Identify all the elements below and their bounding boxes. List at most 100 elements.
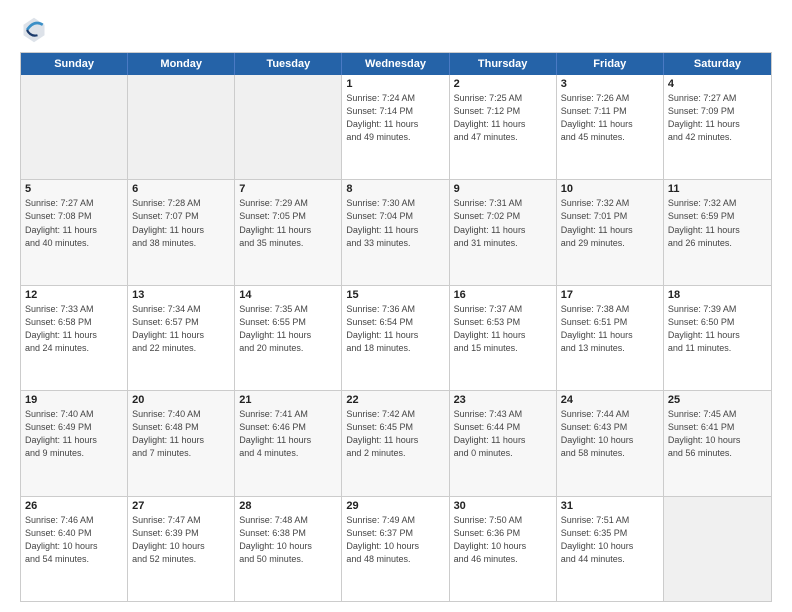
- day-info: Daylight: 11 hours: [132, 434, 230, 447]
- day-info: Daylight: 10 hours: [561, 540, 659, 553]
- page: SundayMondayTuesdayWednesdayThursdayFrid…: [0, 0, 792, 612]
- day-info: and 52 minutes.: [132, 553, 230, 566]
- day-info: Sunset: 6:55 PM: [239, 316, 337, 329]
- calendar-cell: 2Sunrise: 7:25 AMSunset: 7:12 PMDaylight…: [450, 75, 557, 179]
- day-info: Sunrise: 7:34 AM: [132, 303, 230, 316]
- day-info: Sunset: 6:37 PM: [346, 527, 444, 540]
- calendar-cell: 9Sunrise: 7:31 AMSunset: 7:02 PMDaylight…: [450, 180, 557, 284]
- day-number: 11: [668, 183, 767, 195]
- day-info: and 7 minutes.: [132, 447, 230, 460]
- day-number: 28: [239, 500, 337, 512]
- day-info: Sunset: 6:35 PM: [561, 527, 659, 540]
- day-info: Sunset: 6:53 PM: [454, 316, 552, 329]
- day-info: Sunrise: 7:43 AM: [454, 408, 552, 421]
- day-info: Sunrise: 7:28 AM: [132, 197, 230, 210]
- day-info: and 56 minutes.: [668, 447, 767, 460]
- day-number: 13: [132, 289, 230, 301]
- calendar-cell: 25Sunrise: 7:45 AMSunset: 6:41 PMDayligh…: [664, 391, 771, 495]
- day-info: Daylight: 11 hours: [454, 434, 552, 447]
- day-number: 4: [668, 78, 767, 90]
- day-info: Daylight: 11 hours: [454, 118, 552, 131]
- day-info: Daylight: 11 hours: [346, 118, 444, 131]
- day-info: Daylight: 11 hours: [132, 329, 230, 342]
- day-number: 18: [668, 289, 767, 301]
- day-number: 7: [239, 183, 337, 195]
- day-info: Sunrise: 7:50 AM: [454, 514, 552, 527]
- day-info: Sunrise: 7:45 AM: [668, 408, 767, 421]
- day-info: Sunrise: 7:42 AM: [346, 408, 444, 421]
- day-info: Daylight: 10 hours: [668, 434, 767, 447]
- calendar-cell: 3Sunrise: 7:26 AMSunset: 7:11 PMDaylight…: [557, 75, 664, 179]
- day-info: and 50 minutes.: [239, 553, 337, 566]
- day-info: and 9 minutes.: [25, 447, 123, 460]
- day-info: Sunset: 6:46 PM: [239, 421, 337, 434]
- day-info: Daylight: 11 hours: [454, 224, 552, 237]
- day-info: and 31 minutes.: [454, 237, 552, 250]
- day-number: 9: [454, 183, 552, 195]
- calendar-row-5: 26Sunrise: 7:46 AMSunset: 6:40 PMDayligh…: [21, 497, 771, 601]
- day-info: Sunset: 7:14 PM: [346, 105, 444, 118]
- day-info: Sunrise: 7:32 AM: [561, 197, 659, 210]
- day-info: and 2 minutes.: [346, 447, 444, 460]
- day-info: Sunset: 6:38 PM: [239, 527, 337, 540]
- day-info: Sunset: 6:59 PM: [668, 210, 767, 223]
- day-info: Daylight: 11 hours: [668, 224, 767, 237]
- calendar-cell: 31 Sunrise: 7:51 AMSunset: 6:35 PMDayligh…: [557, 497, 664, 601]
- day-info: and 20 minutes.: [239, 342, 337, 355]
- day-info: Sunrise: 7:46 AM: [25, 514, 123, 527]
- day-info: Daylight: 11 hours: [668, 118, 767, 131]
- day-number: 14: [239, 289, 337, 301]
- calendar-grid: 1Sunrise: 7:24 AMSunset: 7:14 PMDaylight…: [21, 75, 771, 601]
- day-info: Daylight: 11 hours: [561, 224, 659, 237]
- calendar-cell: 24Sunrise: 7:44 AMSunset: 6:43 PMDayligh…: [557, 391, 664, 495]
- day-info: and 4 minutes.: [239, 447, 337, 460]
- header: [20, 16, 772, 44]
- day-info: Sunrise: 7:36 AM: [346, 303, 444, 316]
- day-info: Sunset: 7:01 PM: [561, 210, 659, 223]
- day-number: 31: [561, 500, 659, 512]
- logo-icon: [20, 16, 48, 44]
- day-info: and 58 minutes.: [561, 447, 659, 460]
- day-number: 10: [561, 183, 659, 195]
- calendar-header: SundayMondayTuesdayWednesdayThursdayFrid…: [21, 53, 771, 75]
- day-number: 30: [454, 500, 552, 512]
- day-info: Sunrise: 7:44 AM: [561, 408, 659, 421]
- day-info: Sunrise: 7:29 AM: [239, 197, 337, 210]
- day-info: Daylight: 11 hours: [561, 329, 659, 342]
- day-info: and 47 minutes.: [454, 131, 552, 144]
- day-info: Sunset: 6:41 PM: [668, 421, 767, 434]
- day-info: Sunrise: 7:51 AM: [561, 514, 659, 527]
- day-info: Daylight: 11 hours: [239, 434, 337, 447]
- calendar-cell: [235, 75, 342, 179]
- day-info: Sunset: 7:11 PM: [561, 105, 659, 118]
- day-info: Sunrise: 7:26 AM: [561, 92, 659, 105]
- calendar-cell: [21, 75, 128, 179]
- day-info: Sunset: 6:39 PM: [132, 527, 230, 540]
- calendar-cell: 16Sunrise: 7:37 AMSunset: 6:53 PMDayligh…: [450, 286, 557, 390]
- day-info: Sunrise: 7:37 AM: [454, 303, 552, 316]
- day-info: Sunset: 6:54 PM: [346, 316, 444, 329]
- day-info: Sunset: 6:44 PM: [454, 421, 552, 434]
- day-info: Daylight: 10 hours: [25, 540, 123, 553]
- day-info: Daylight: 11 hours: [346, 329, 444, 342]
- day-number: 26: [25, 500, 123, 512]
- calendar-cell: [128, 75, 235, 179]
- day-info: Sunrise: 7:49 AM: [346, 514, 444, 527]
- day-number: 21: [239, 394, 337, 406]
- calendar-cell: 11Sunrise: 7:32 AMSunset: 6:59 PMDayligh…: [664, 180, 771, 284]
- calendar-cell: 22Sunrise: 7:42 AMSunset: 6:45 PMDayligh…: [342, 391, 449, 495]
- day-number: 17: [561, 289, 659, 301]
- day-info: and 29 minutes.: [561, 237, 659, 250]
- day-info: Daylight: 10 hours: [561, 434, 659, 447]
- day-info: Sunrise: 7:35 AM: [239, 303, 337, 316]
- header-day-friday: Friday: [557, 53, 664, 75]
- calendar-cell: 15Sunrise: 7:36 AMSunset: 6:54 PMDayligh…: [342, 286, 449, 390]
- day-info: and 22 minutes.: [132, 342, 230, 355]
- calendar-cell: 8Sunrise: 7:30 AMSunset: 7:04 PMDaylight…: [342, 180, 449, 284]
- day-number: 16: [454, 289, 552, 301]
- day-info: and 38 minutes.: [132, 237, 230, 250]
- calendar-row-3: 12Sunrise: 7:33 AMSunset: 6:58 PMDayligh…: [21, 286, 771, 391]
- day-number: 27: [132, 500, 230, 512]
- day-info: Sunset: 6:48 PM: [132, 421, 230, 434]
- day-info: and 13 minutes.: [561, 342, 659, 355]
